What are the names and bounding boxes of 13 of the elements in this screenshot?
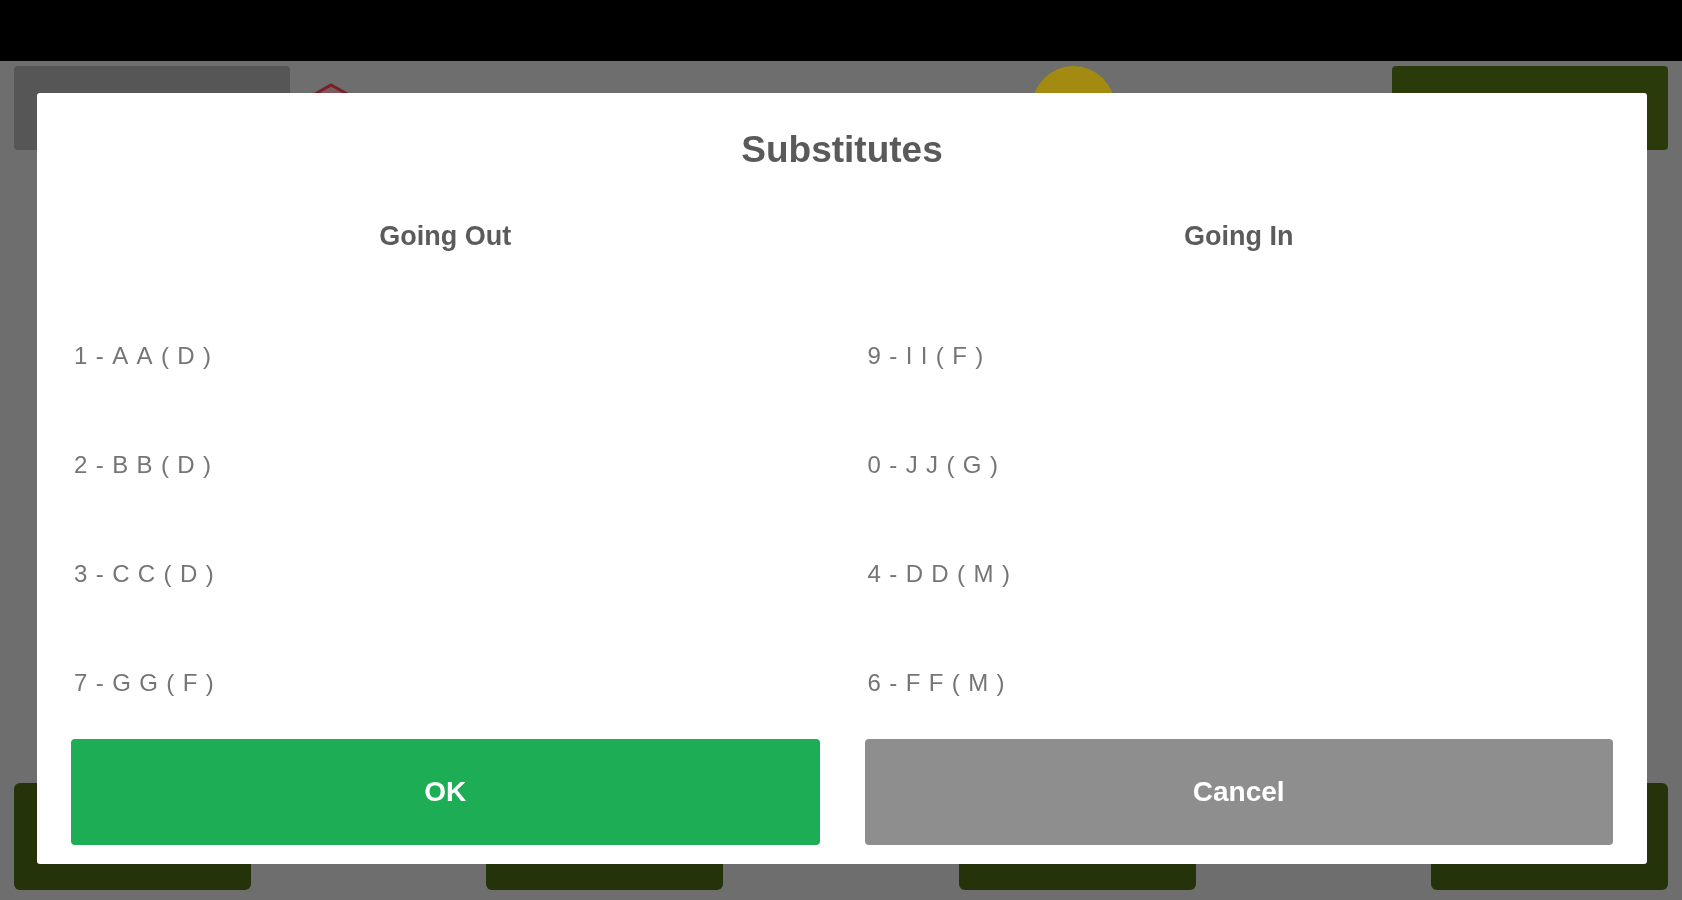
ok-button[interactable]: OK bbox=[71, 739, 820, 845]
column-heading: Going Out bbox=[379, 220, 512, 252]
player-name: 7-GG(F) bbox=[73, 667, 223, 698]
player-name: 9-II(F) bbox=[866, 340, 992, 371]
cancel-button[interactable]: Cancel bbox=[864, 739, 1613, 845]
player-name: 4-DD(M) bbox=[866, 558, 1019, 589]
player-name: 6-FF(M) bbox=[866, 667, 1013, 698]
dialog-title: Substitutes bbox=[741, 128, 943, 172]
player-name: 3-CC(D) bbox=[73, 558, 223, 589]
player-name: 1-AA(D) bbox=[73, 340, 220, 371]
player-name: 2-BB(D) bbox=[73, 449, 220, 480]
column-heading: Going In bbox=[1184, 220, 1294, 252]
player-name: 0-JJ(G) bbox=[866, 449, 1007, 480]
